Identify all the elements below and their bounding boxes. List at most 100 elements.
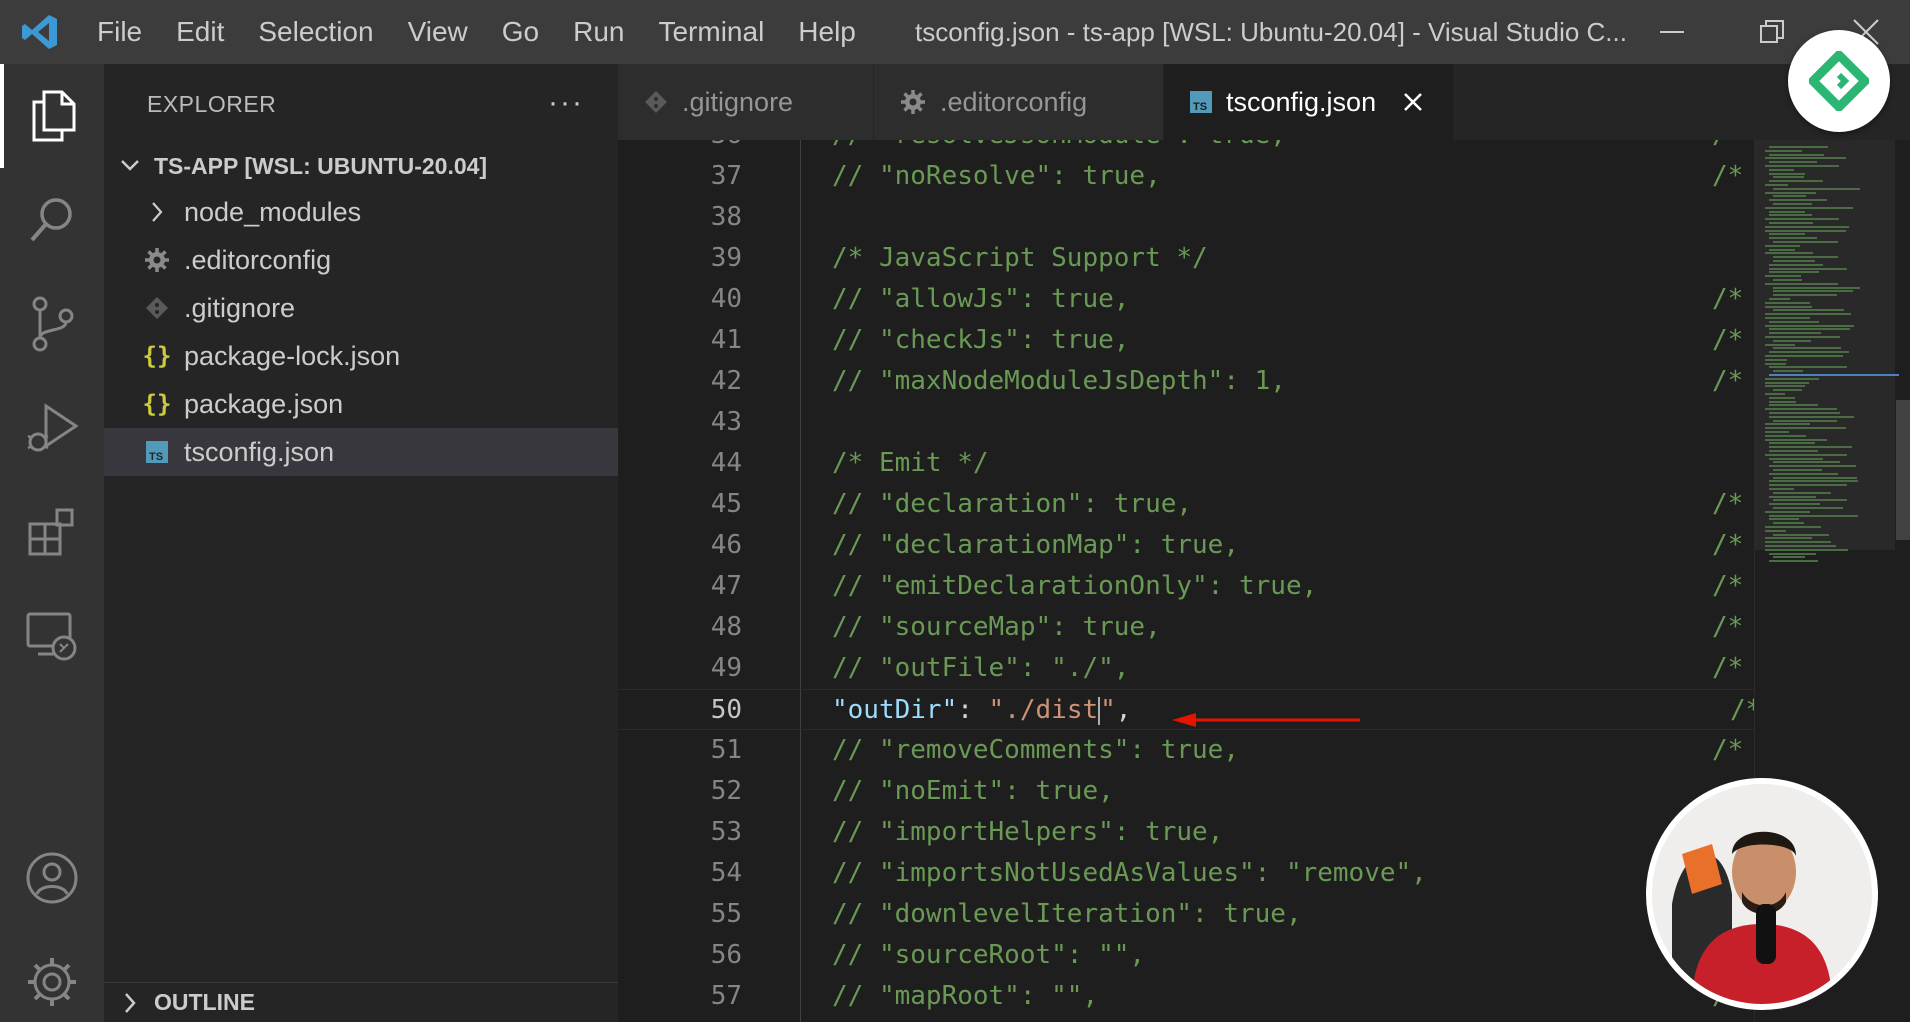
code-text: // "allowJs": true, bbox=[832, 284, 1130, 314]
minimap-line bbox=[1769, 199, 1827, 202]
minimap-line bbox=[1765, 343, 1795, 346]
minimap-line bbox=[1765, 244, 1800, 247]
more-actions-button[interactable]: ··· bbox=[548, 86, 584, 120]
code-line: 42 // "maxNodeModuleJsDepth": 1, /* bbox=[618, 361, 1754, 402]
activity-bar bbox=[0, 64, 104, 1022]
trailing-comment-start: /* bbox=[1712, 284, 1744, 314]
minimap-line bbox=[1765, 191, 1816, 194]
tree-item-label: .gitignore bbox=[184, 292, 296, 323]
gear-icon bbox=[900, 89, 926, 115]
minimap-line bbox=[1769, 161, 1817, 164]
minimap-line bbox=[1773, 491, 1831, 494]
line-number: 38 bbox=[710, 202, 742, 232]
minimap-line bbox=[1765, 529, 1786, 532]
tab-gitignore[interactable]: .gitignore bbox=[618, 64, 874, 140]
menu-view[interactable]: View bbox=[391, 0, 485, 64]
line-number: 47 bbox=[710, 571, 742, 601]
tab-label: .gitignore bbox=[682, 86, 794, 117]
menu-help[interactable]: Help bbox=[781, 0, 873, 64]
minimap-line bbox=[1765, 252, 1813, 255]
tab-editorconfig[interactable]: .editorconfig bbox=[874, 64, 1164, 140]
tree-item-editorconfig[interactable]: .editorconfig bbox=[104, 236, 618, 284]
minimap-line bbox=[1769, 328, 1850, 331]
code-line: 36 // "resolveJsonModule": true, /* bbox=[618, 140, 1754, 156]
minimap-line bbox=[1769, 351, 1849, 354]
trailing-comment-start: /* bbox=[1712, 161, 1744, 191]
menu-edit[interactable]: Edit bbox=[159, 0, 241, 64]
menu-file[interactable]: File bbox=[80, 0, 159, 64]
minimap-line bbox=[1769, 320, 1819, 323]
line-number: 42 bbox=[710, 366, 742, 396]
minimap-line bbox=[1773, 499, 1847, 502]
code-text: // "declarationMap": true, bbox=[832, 530, 1239, 560]
code-text: // "emitDeclarationOnly": true, bbox=[832, 571, 1318, 601]
tree-item-gitignore[interactable]: .gitignore bbox=[104, 284, 618, 332]
source-control-icon[interactable] bbox=[0, 272, 104, 376]
close-tab-icon[interactable] bbox=[1402, 91, 1424, 113]
chevron-right-icon bbox=[114, 992, 146, 1014]
code-line: 53 // "importHelpers": true, bbox=[618, 812, 1754, 853]
minimap-line bbox=[1765, 305, 1812, 308]
settings-gear-icon[interactable] bbox=[0, 930, 104, 1022]
typescript-icon: TS bbox=[1190, 91, 1212, 113]
remote-explorer-icon[interactable] bbox=[0, 584, 104, 688]
minimap-line bbox=[1773, 476, 1857, 479]
minimap-line bbox=[1769, 560, 1818, 563]
line-number: 44 bbox=[710, 448, 742, 478]
menu-go[interactable]: Go bbox=[485, 0, 556, 64]
code-line: 44 /* Emit */ bbox=[618, 443, 1754, 484]
tree-item-package-lock-json[interactable]: {} package-lock.json bbox=[104, 332, 618, 380]
minimap-line bbox=[1773, 469, 1822, 471]
minimap-line bbox=[1769, 495, 1816, 498]
minimap-line bbox=[1773, 294, 1837, 297]
accounts-icon[interactable] bbox=[0, 826, 104, 930]
code-text: // "downlevelIteration": true, bbox=[832, 899, 1302, 929]
menu-terminal[interactable]: Terminal bbox=[641, 0, 781, 64]
line-number: 56 bbox=[710, 940, 742, 970]
tree-item-label: node_modules bbox=[184, 196, 362, 227]
code-text: // "resolveJsonModule": true, bbox=[832, 140, 1286, 156]
minimap-line bbox=[1765, 313, 1851, 316]
svg-text:TS: TS bbox=[1193, 101, 1207, 113]
chevron-down-icon bbox=[114, 159, 146, 173]
minimap-line bbox=[1773, 241, 1838, 243]
menu-selection[interactable]: Selection bbox=[241, 0, 390, 64]
minimap-line bbox=[1769, 210, 1805, 213]
line-number: 52 bbox=[710, 776, 742, 806]
window-title: tsconfig.json - ts-app [WSL: Ubuntu-20.0… bbox=[915, 17, 1627, 47]
presenter-webcam bbox=[1646, 778, 1878, 1010]
tree-item-label: tsconfig.json bbox=[184, 436, 335, 467]
tree-item-tsconfig-json[interactable]: TS tsconfig.json bbox=[104, 428, 618, 476]
git-icon bbox=[644, 90, 668, 114]
explorer-icon[interactable] bbox=[0, 64, 104, 168]
trailing-comment-start: /* bbox=[1712, 366, 1744, 396]
vertical-scrollbar-thumb[interactable] bbox=[1896, 400, 1910, 540]
code-text: /* JavaScript Support */ bbox=[832, 243, 1208, 273]
minimap-line bbox=[1769, 552, 1816, 555]
line-number: 57 bbox=[710, 981, 742, 1011]
minimap-line bbox=[1765, 218, 1839, 221]
code-text: /* Emit */ bbox=[832, 448, 989, 478]
menu-run[interactable]: Run bbox=[556, 0, 641, 64]
workspace-folder-header[interactable]: TS-APP [WSL: UBUNTU-20.04] bbox=[104, 144, 618, 188]
extensions-icon[interactable] bbox=[0, 480, 104, 584]
minimap-line bbox=[1765, 510, 1810, 513]
search-icon[interactable] bbox=[0, 168, 104, 272]
code-text: // "checkJs": true, bbox=[832, 325, 1130, 355]
code-editor[interactable]: 36 // "resolveJsonModule": true, /* 37 // "n… bbox=[618, 140, 1754, 1022]
minimap-line bbox=[1773, 370, 1803, 373]
code-text: // "removeComments": true, bbox=[832, 735, 1239, 765]
tree-item-label: package-lock.json bbox=[184, 340, 401, 371]
code-line: 54 // "importsNotUsedAsValues": "remove", bbox=[618, 853, 1754, 894]
tree-item-node-modules[interactable]: node_modules bbox=[104, 188, 618, 236]
minimap-line bbox=[1769, 172, 1805, 175]
outline-label: OUTLINE bbox=[154, 989, 255, 1015]
minimap-line bbox=[1765, 438, 1827, 441]
tab-tsconfig-json[interactable]: TS tsconfig.json bbox=[1164, 64, 1454, 140]
minimap-line bbox=[1769, 168, 1794, 171]
json-braces-icon: {} bbox=[142, 390, 172, 418]
outline-section-header[interactable]: OUTLINE bbox=[104, 982, 618, 1022]
tree-item-package-json[interactable]: {} package.json bbox=[104, 380, 618, 428]
run-debug-icon[interactable] bbox=[0, 376, 104, 480]
minimize-button[interactable] bbox=[1622, 0, 1722, 64]
